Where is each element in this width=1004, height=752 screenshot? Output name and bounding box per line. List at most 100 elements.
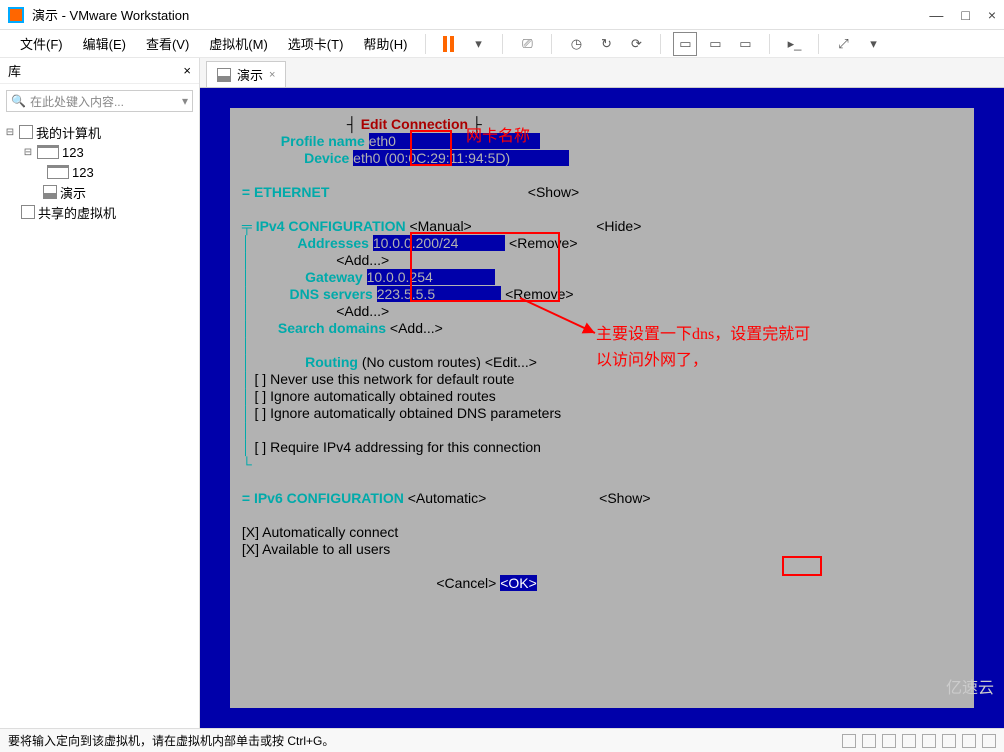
label-routing: Routing [305,354,358,370]
button-add[interactable]: <Add...> [336,252,389,268]
device-icon[interactable] [862,734,876,748]
vmware-logo-icon [8,7,24,23]
checkbox-default-route[interactable]: [ ] Never use this network for default r… [255,371,515,387]
tree-node-root[interactable]: ⊟我的计算机 [2,122,197,142]
vm-icon [47,165,69,179]
view-unity-icon[interactable]: ▭ [703,32,727,56]
button-remove[interactable]: <Remove> [509,235,577,251]
annotation-text-dns1: 主要设置一下dns，设置完就可 [596,326,810,343]
vm-icon [217,68,231,82]
field-ipv4-mode[interactable]: <Manual> [409,218,471,234]
menu-tabs[interactable]: 选项卡(T) [280,32,352,55]
dropdown-icon[interactable]: ▾ [861,32,885,56]
titlebar: 演示 - VMware Workstation — □ × [0,0,1004,30]
window-controls: — □ × [929,7,996,23]
field-dns[interactable]: 223.5.5.5 [377,286,502,302]
button-add[interactable]: <Add...> [336,303,389,319]
dropdown-icon[interactable]: ▾ [466,32,490,56]
checkbox-require-ipv4[interactable]: [ ] Require IPv4 addressing for this con… [255,439,541,455]
device-icon[interactable] [842,734,856,748]
manage-snapshot-icon[interactable]: ⟳ [624,32,648,56]
tree-node-vm[interactable]: 123 [2,162,197,182]
folder-icon [37,145,59,159]
close-button[interactable]: × [988,7,996,23]
annotation-text-dns2: 以访问外网了， [596,352,708,369]
field-address[interactable]: 10.0.0.200/24 [373,235,505,251]
search-placeholder: 在此处键入内容... [30,93,124,110]
search-input[interactable]: 🔍 在此处键入内容... ▾ [6,90,193,112]
button-cancel[interactable]: <Cancel> [436,575,496,591]
device-icon[interactable] [942,734,956,748]
send-ctrl-alt-del-icon[interactable]: ⎚ [515,32,539,56]
maximize-button[interactable]: □ [961,7,969,23]
button-ok[interactable]: <OK> [500,575,537,591]
device-icon[interactable] [902,734,916,748]
device-icon[interactable] [882,734,896,748]
pause-button[interactable] [436,32,460,56]
separator [660,34,661,54]
menu-help[interactable]: 帮助(H) [355,32,415,55]
button-edit[interactable]: <Edit...> [485,354,537,370]
computer-icon [19,125,33,139]
section-ethernet: = ETHERNET [242,184,330,200]
checkbox-ignore-dns[interactable]: [ ] Ignore automatically obtained DNS pa… [255,405,562,421]
tab-close-button[interactable]: × [269,69,275,81]
device-icon[interactable] [962,734,976,748]
console-icon[interactable]: ▸_ [782,32,806,56]
device-icon[interactable] [982,734,996,748]
checkbox-all-users[interactable]: [X] Available to all users [242,541,390,557]
menu-file[interactable]: 文件(F) [12,32,71,55]
label-search-domains: Search domains [278,320,386,336]
search-icon: 🔍 [11,94,26,108]
separator [769,34,770,54]
snapshot-icon[interactable]: ◷ [564,32,588,56]
checkbox-auto-connect[interactable]: [X] Automatically connect [242,524,398,540]
view-fullscreen-icon[interactable]: ▭ [733,32,757,56]
field-ipv6-mode[interactable]: <Automatic> [408,490,487,506]
revert-icon[interactable]: ↻ [594,32,618,56]
checkbox-ignore-routes[interactable]: [ ] Ignore automatically obtained routes [255,388,496,404]
separator [502,34,503,54]
sidebar-title: 库 [8,61,21,80]
field-device[interactable]: eth0 (00:0C:29:11:94:5D) [353,150,568,166]
vm-console[interactable]: ┤ Edit Connection ├ Profile name eth0 De… [200,88,1004,728]
label-profile: Profile name [281,133,365,149]
tree-node-folder[interactable]: ⊟123 [2,142,197,162]
tree-node-vm-active[interactable]: 演示 [2,182,197,202]
toolbar: ▾ ⎚ ◷ ↻ ⟳ ▭ ▭ ▭ ▸_ ⤢ ▾ [436,32,885,56]
fullscreen-toggle-icon[interactable]: ⤢ [831,32,855,56]
label-addresses: Addresses [297,235,369,251]
menu-edit[interactable]: 编辑(E) [75,32,134,55]
button-show[interactable]: <Show> [528,184,579,200]
separator [818,34,819,54]
sidebar-header: 库 × [0,58,199,84]
field-gateway[interactable]: 10.0.0.254 [367,269,495,285]
view-single-icon[interactable]: ▭ [673,32,697,56]
button-remove[interactable]: <Remove> [505,286,573,302]
label-device: Device [304,150,349,166]
menubar: 文件(F) 编辑(E) 查看(V) 虚拟机(M) 选项卡(T) 帮助(H) ▾ … [0,30,1004,58]
button-show[interactable]: <Show> [599,490,650,506]
minimize-button[interactable]: — [929,7,943,23]
status-icons [842,734,996,748]
tab-bar: 演示 × [200,58,1004,88]
separator [551,34,552,54]
status-text: 要将输入定向到该虚拟机，请在虚拟机内部单击或按 Ctrl+G。 [8,732,334,749]
button-hide[interactable]: <Hide> [596,218,641,234]
device-icon[interactable] [922,734,936,748]
label-dns: DNS servers [290,286,373,302]
tab-label: 演示 [237,65,263,84]
menu-view[interactable]: 查看(V) [138,32,197,55]
library-tree: ⊟我的计算机 ⊟123 123 演示 共享的虚拟机 [0,118,199,728]
label-gateway: Gateway [305,269,363,285]
content-area: 演示 × ┤ Edit Connection ├ Profile name et… [200,58,1004,728]
tree-node-shared[interactable]: 共享的虚拟机 [2,202,197,222]
button-add[interactable]: <Add...> [390,320,443,336]
sidebar-close-button[interactable]: × [183,63,191,78]
menu-vm[interactable]: 虚拟机(M) [201,32,276,55]
section-ipv4: IPv4 CONFIGURATION [256,218,406,234]
tab-demo[interactable]: 演示 × [206,61,286,87]
terminal[interactable]: ┤ Edit Connection ├ Profile name eth0 De… [230,108,974,708]
watermark: 亿速云 [946,674,994,698]
separator [425,34,426,54]
